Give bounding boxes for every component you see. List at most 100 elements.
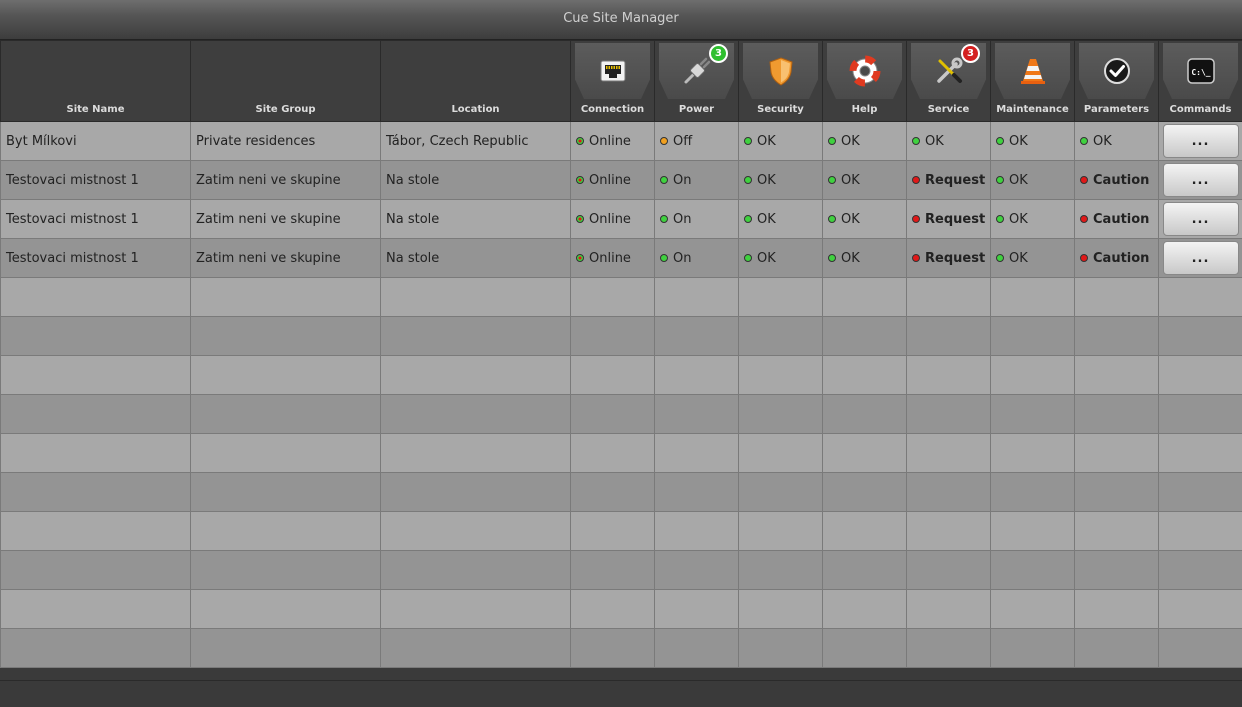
cell-power-status	[655, 551, 739, 590]
cell-commands	[1159, 512, 1242, 551]
cell-connection-status: Online	[571, 200, 655, 239]
cell-maintenance-status	[991, 317, 1075, 356]
cell-security-status	[739, 395, 823, 434]
cell-parameters-status	[1075, 434, 1159, 473]
cell-security-status: OK	[739, 200, 823, 239]
column-header-power[interactable]: 3 Power	[655, 41, 739, 122]
status-indicator-dot	[1080, 215, 1088, 223]
column-header-service[interactable]: 3 Service	[907, 41, 991, 122]
cell-site-name	[1, 551, 191, 590]
cell-maintenance-status	[991, 629, 1075, 668]
cell-security-status	[739, 551, 823, 590]
parameters-status-text: Caution	[1093, 251, 1149, 266]
cell-service-status	[907, 512, 991, 551]
column-header-site-name[interactable]: Site Name	[1, 41, 191, 122]
service-status-text: Request	[925, 251, 985, 266]
cell-security-status: OK	[739, 122, 823, 161]
cell-commands	[1159, 317, 1242, 356]
commands-button[interactable]: ...	[1163, 202, 1239, 236]
commands-button[interactable]: ...	[1163, 241, 1239, 275]
cell-service-status: Request	[907, 239, 991, 278]
cell-connection-status	[571, 317, 655, 356]
cell-power-status	[655, 278, 739, 317]
cell-parameters-status	[1075, 590, 1159, 629]
status-indicator-dot	[828, 176, 836, 184]
site-name-text: Byt Mílkovi	[6, 134, 77, 149]
cell-security-status	[739, 590, 823, 629]
security-status-text: OK	[757, 173, 776, 188]
maintenance-status-text: OK	[1009, 212, 1028, 227]
maintenance-status-text: OK	[1009, 134, 1028, 149]
cell-help-status	[823, 512, 907, 551]
cell-help-status: OK	[823, 239, 907, 278]
column-header-parameters[interactable]: Parameters	[1075, 41, 1159, 122]
cell-service-status	[907, 356, 991, 395]
cell-help-status: OK	[823, 161, 907, 200]
cell-site-name	[1, 473, 191, 512]
cell-help-status	[823, 278, 907, 317]
cell-connection-status	[571, 590, 655, 629]
cell-location	[381, 356, 571, 395]
cell-site-group: Private residences	[191, 122, 381, 161]
lifebuoy-icon	[848, 54, 882, 88]
column-header-security[interactable]: Security	[739, 41, 823, 122]
cell-power-status	[655, 473, 739, 512]
cell-security-status	[739, 629, 823, 668]
cell-commands	[1159, 434, 1242, 473]
commands-button[interactable]: ...	[1163, 163, 1239, 197]
table-row	[1, 590, 1242, 629]
status-indicator-dot	[996, 176, 1004, 184]
cell-help-status	[823, 629, 907, 668]
cell-parameters-status: OK	[1075, 122, 1159, 161]
cell-help-status	[823, 551, 907, 590]
terminal-icon: C:\_	[1184, 54, 1218, 88]
table-row[interactable]: Byt MílkoviPrivate residencesTábor, Czec…	[1, 122, 1242, 161]
column-header-connection[interactable]: Connection	[571, 41, 655, 122]
checkmark-icon	[1100, 54, 1134, 88]
cell-parameters-status	[1075, 473, 1159, 512]
cell-parameters-status: Caution	[1075, 239, 1159, 278]
cell-help-status	[823, 395, 907, 434]
table-row[interactable]: Testovaci mistnost 1Zatim neni ve skupin…	[1, 239, 1242, 278]
column-header-help[interactable]: Help	[823, 41, 907, 122]
table-header-row: Site Name Site Group Location Connection…	[1, 41, 1242, 122]
cell-help-status	[823, 473, 907, 512]
column-header-maintenance[interactable]: Maintenance	[991, 41, 1075, 122]
cell-site-name: Testovaci mistnost 1	[1, 200, 191, 239]
status-indicator-dot	[660, 215, 668, 223]
cell-commands: ...	[1159, 122, 1242, 161]
cell-parameters-status	[1075, 395, 1159, 434]
commands-button[interactable]: ...	[1163, 124, 1239, 158]
cell-commands	[1159, 473, 1242, 512]
site-group-text: Private residences	[196, 134, 315, 149]
cell-security-status	[739, 512, 823, 551]
cell-location	[381, 278, 571, 317]
table-row	[1, 278, 1242, 317]
status-indicator-dot	[576, 254, 584, 262]
cell-parameters-status	[1075, 356, 1159, 395]
cell-service-status	[907, 434, 991, 473]
column-header-location[interactable]: Location	[381, 41, 571, 122]
cell-parameters-status	[1075, 629, 1159, 668]
column-header-commands[interactable]: C:\_ Commands	[1159, 41, 1242, 122]
table-row[interactable]: Testovaci mistnost 1Zatim neni ve skupin…	[1, 200, 1242, 239]
sites-table: Site Name Site Group Location Connection…	[0, 40, 1242, 668]
cell-location	[381, 629, 571, 668]
power-status-text: On	[673, 212, 691, 227]
cell-maintenance-status: OK	[991, 200, 1075, 239]
cell-location	[381, 590, 571, 629]
cell-connection-status: Online	[571, 239, 655, 278]
table-row[interactable]: Testovaci mistnost 1Zatim neni ve skupin…	[1, 161, 1242, 200]
status-indicator-dot	[576, 176, 584, 184]
cell-maintenance-status	[991, 434, 1075, 473]
cell-service-status: Request	[907, 161, 991, 200]
table-row	[1, 356, 1242, 395]
cell-site-name	[1, 395, 191, 434]
status-indicator-dot	[1080, 254, 1088, 262]
cell-site-group	[191, 317, 381, 356]
cell-service-status	[907, 629, 991, 668]
status-indicator-dot	[660, 254, 668, 262]
site-group-text: Zatim neni ve skupine	[196, 173, 341, 188]
help-status-text: OK	[841, 134, 860, 149]
column-header-site-group[interactable]: Site Group	[191, 41, 381, 122]
